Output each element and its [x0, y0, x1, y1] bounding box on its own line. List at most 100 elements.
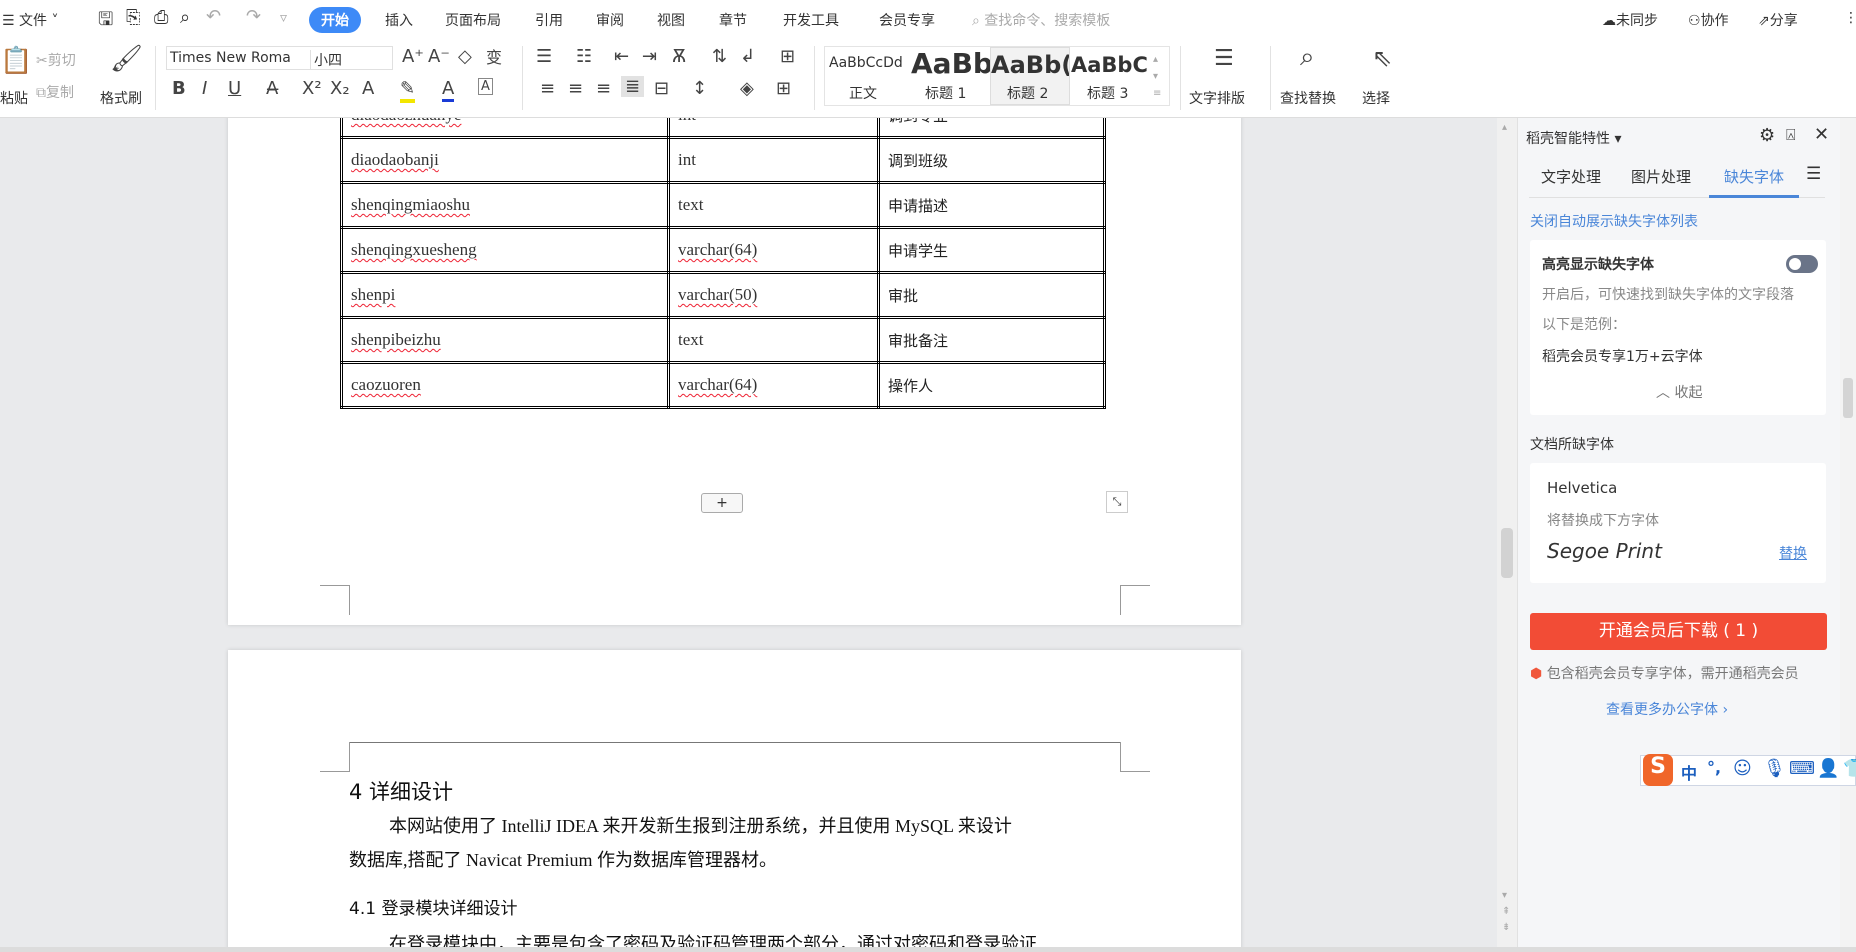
- tab-text-processing[interactable]: 文字处理: [1541, 166, 1601, 187]
- text-layout-button[interactable]: 文字排版: [1189, 88, 1245, 108]
- tab-chapter[interactable]: 章节: [719, 10, 747, 30]
- collaborate-button[interactable]: ⚇协作: [1688, 10, 1729, 30]
- skin-icon[interactable]: 👕: [1843, 758, 1856, 779]
- share-button[interactable]: ⇗分享: [1758, 10, 1798, 30]
- user-icon[interactable]: 👤: [1817, 758, 1839, 779]
- field-desc-cell[interactable]: 审批备注: [877, 316, 1106, 364]
- style-h2-label[interactable]: 标题 2: [1007, 83, 1048, 103]
- shrink-font-icon[interactable]: A⁻: [428, 46, 450, 67]
- save-icon[interactable]: 🖫: [98, 7, 113, 37]
- page-nav-icons[interactable]: ▾ ⇞ ⇟: [1502, 888, 1510, 936]
- line-spacing-icon[interactable]: ↕: [692, 78, 707, 99]
- export-icon[interactable]: ⎘: [126, 7, 140, 28]
- panel-scrollbar-thumb[interactable]: [1843, 378, 1853, 418]
- field-desc-cell[interactable]: 审批: [877, 271, 1106, 319]
- collapse-button[interactable]: ︿ 收起: [1656, 382, 1702, 402]
- field-name-cell[interactable]: shenpi: [340, 271, 670, 319]
- add-row-button[interactable]: +: [701, 493, 743, 513]
- more-fonts-link[interactable]: 查看更多办公字体 ›: [1606, 699, 1728, 719]
- pin-icon[interactable]: ⍓: [1786, 125, 1796, 145]
- ime-language[interactable]: 中: [1681, 760, 1697, 784]
- field-desc-cell[interactable]: 申请描述: [877, 181, 1106, 229]
- ime-toolbar[interactable]: S 中 °, ☺ 🎙 ⌨ 👤 👕: [1640, 754, 1856, 786]
- tab-image-processing[interactable]: 图片处理: [1631, 166, 1691, 187]
- field-type-cell[interactable]: varchar(64): [667, 226, 880, 274]
- tab-missing-fonts[interactable]: 缺失字体: [1724, 166, 1784, 187]
- tab-member[interactable]: 会员专享: [879, 10, 935, 30]
- font-size-select[interactable]: 小四: [310, 50, 342, 70]
- paragraph-mark-icon[interactable]: ↲: [740, 46, 755, 67]
- menu-icon[interactable]: ☰: [1806, 164, 1821, 184]
- tab-references[interactable]: 引用: [535, 10, 563, 30]
- highlight-icon[interactable]: ✎: [400, 78, 416, 103]
- bullets-icon[interactable]: ☰: [536, 46, 552, 67]
- copy-button[interactable]: ⧉复制: [36, 82, 74, 102]
- tab-review[interactable]: 审阅: [596, 10, 624, 30]
- document-canvas[interactable]: diaodaozhuanye int 调到专业 diaodaobanji int 调到班级…: [0, 118, 1497, 947]
- field-type-cell[interactable]: text: [667, 181, 880, 229]
- font-name-select[interactable]: Times New Roma: [170, 50, 291, 66]
- underline-icon[interactable]: U: [228, 78, 241, 99]
- print-icon[interactable]: ⎙: [154, 7, 168, 28]
- style-h1-label[interactable]: 标题 1: [925, 83, 966, 103]
- subscript-icon[interactable]: X₂: [330, 78, 350, 99]
- command-search[interactable]: ⌕ 查找命令、搜索模板: [972, 10, 1110, 30]
- field-name-cell[interactable]: shenqingmiaoshu: [340, 181, 670, 229]
- tab-page-layout[interactable]: 页面布局: [445, 10, 501, 30]
- style-normal-label[interactable]: 正文: [849, 83, 877, 103]
- select-button[interactable]: 选择: [1362, 88, 1390, 108]
- customize-icon[interactable]: ▿: [280, 10, 287, 26]
- settings-icon[interactable]: ⚙: [1759, 125, 1775, 146]
- sort-icon[interactable]: ⇅: [712, 46, 727, 67]
- align-right-icon[interactable]: ≡: [596, 78, 611, 99]
- tab-home[interactable]: 开始: [309, 7, 361, 33]
- close-auto-show-link[interactable]: 关闭自动展示缺失字体列表: [1530, 211, 1698, 231]
- redo-icon[interactable]: ↷: [246, 6, 261, 27]
- field-name-cell[interactable]: caozuoren: [340, 361, 670, 409]
- numbering-icon[interactable]: ☷: [576, 46, 592, 67]
- superscript-icon[interactable]: X²: [302, 78, 322, 99]
- align-center-icon[interactable]: ≡: [568, 78, 583, 99]
- field-name-cell[interactable]: diaodaozhuanye: [340, 118, 670, 139]
- style-h3-preview[interactable]: AaBbC(: [1071, 53, 1147, 77]
- paste-icon[interactable]: 📋: [0, 46, 32, 76]
- style-h3-label[interactable]: 标题 3: [1087, 83, 1128, 103]
- text-effect-icon[interactable]: A: [362, 78, 374, 99]
- shading-icon[interactable]: ◈: [740, 78, 754, 99]
- clear-format-icon[interactable]: ◇: [458, 46, 472, 67]
- field-type-cell[interactable]: varchar(50): [667, 271, 880, 319]
- font-color-icon[interactable]: A: [442, 78, 455, 102]
- style-h2-preview[interactable]: AaBb(: [991, 51, 1069, 79]
- resize-table-icon[interactable]: ⤡: [1106, 491, 1128, 513]
- format-painter-button[interactable]: 格式刷: [100, 88, 142, 108]
- bold-icon[interactable]: B: [172, 78, 186, 99]
- sync-status[interactable]: ☁未同步: [1602, 10, 1658, 30]
- microphone-icon[interactable]: 🎙: [1763, 758, 1786, 779]
- borders-icon[interactable]: ⊞: [776, 78, 791, 99]
- keyboard-icon[interactable]: ⌨: [1789, 758, 1815, 779]
- style-h1-preview[interactable]: AaBb: [911, 47, 993, 80]
- close-icon[interactable]: ✕: [1814, 124, 1829, 145]
- field-name-cell[interactable]: diaodaobanji: [340, 136, 670, 184]
- paste-button[interactable]: 粘贴: [0, 88, 28, 108]
- field-desc-cell[interactable]: 调到专业: [877, 118, 1106, 139]
- char-shading-icon[interactable]: A: [478, 78, 493, 95]
- pinyin-icon[interactable]: 变: [486, 44, 502, 68]
- ruler-icon[interactable]: ⊞: [780, 46, 795, 67]
- distribute-icon[interactable]: ⊟: [654, 78, 669, 99]
- panel-title[interactable]: 稻壳智能特性 ▾: [1526, 128, 1621, 148]
- sogou-logo-icon[interactable]: S: [1643, 754, 1673, 786]
- file-menu[interactable]: ☰ 文件 ˅: [2, 10, 58, 30]
- find-replace-button[interactable]: 查找替换: [1280, 88, 1336, 108]
- grow-font-icon[interactable]: A⁺: [402, 46, 424, 67]
- undo-icon[interactable]: ↶: [206, 6, 221, 27]
- increase-indent-icon[interactable]: ⇥: [642, 46, 657, 67]
- scrollbar-thumb[interactable]: [1501, 528, 1513, 578]
- text-direction-icon[interactable]: Ѫ: [672, 46, 686, 67]
- field-type-cell[interactable]: int: [667, 136, 880, 184]
- strikethrough-icon[interactable]: A̶: [266, 78, 278, 99]
- decrease-indent-icon[interactable]: ⇤: [614, 46, 629, 67]
- style-normal-preview[interactable]: AaBbCcDd: [829, 55, 903, 71]
- field-desc-cell[interactable]: 调到班级: [877, 136, 1106, 184]
- field-type-cell[interactable]: text: [667, 316, 880, 364]
